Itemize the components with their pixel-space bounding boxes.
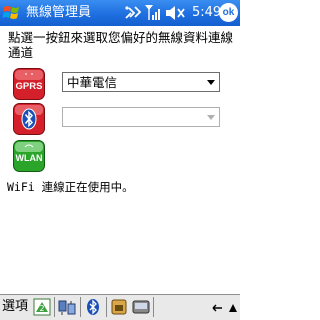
sim-icon[interactable] <box>110 298 128 316</box>
separator <box>153 297 154 317</box>
chevron-down-icon[interactable] <box>207 80 215 85</box>
instruction-text: 點選一按鈕來選取您偏好的無線資料連線通道 <box>8 30 234 60</box>
separator <box>54 297 55 317</box>
bluetooth-device-select[interactable] <box>62 107 220 127</box>
ok-button[interactable]: ok <box>219 3 238 22</box>
media-icon[interactable] <box>132 298 150 316</box>
gprs-label: GPRS <box>16 81 43 92</box>
volume-icon[interactable] <box>164 5 186 21</box>
clock[interactable]: 5:49 <box>192 5 221 21</box>
window-title: 無線管理員 <box>26 5 92 20</box>
help-icon[interactable]: 2 <box>33 298 51 316</box>
keyboard-icon[interactable] <box>208 299 238 317</box>
title-bar: 無線管理員 5:49 ok <box>0 0 240 26</box>
wlan-button[interactable]: WLAN <box>13 140 45 172</box>
bluetooth-button[interactable] <box>13 103 45 135</box>
gprs-button[interactable]: GPRS <box>13 68 45 100</box>
chevron-down-icon[interactable] <box>207 115 215 120</box>
network-icon[interactable] <box>58 298 76 316</box>
gprs-operator-value: 中華電信 <box>67 75 118 90</box>
svg-text:2: 2 <box>39 304 44 313</box>
menu-bar: 選項 2 <box>0 294 240 320</box>
signal-icon[interactable] <box>144 4 162 21</box>
bluetooth-icon[interactable] <box>84 298 102 316</box>
start-icon[interactable] <box>2 3 22 23</box>
options-menu[interactable]: 選項 <box>2 299 28 315</box>
separator <box>106 297 107 317</box>
connectivity-icon[interactable] <box>124 5 142 21</box>
wlan-label: WLAN <box>16 153 43 163</box>
separator <box>80 297 81 317</box>
connection-status: WiFi 連線正在使用中。 <box>7 180 134 194</box>
gprs-operator-select[interactable]: 中華電信 <box>62 72 220 92</box>
